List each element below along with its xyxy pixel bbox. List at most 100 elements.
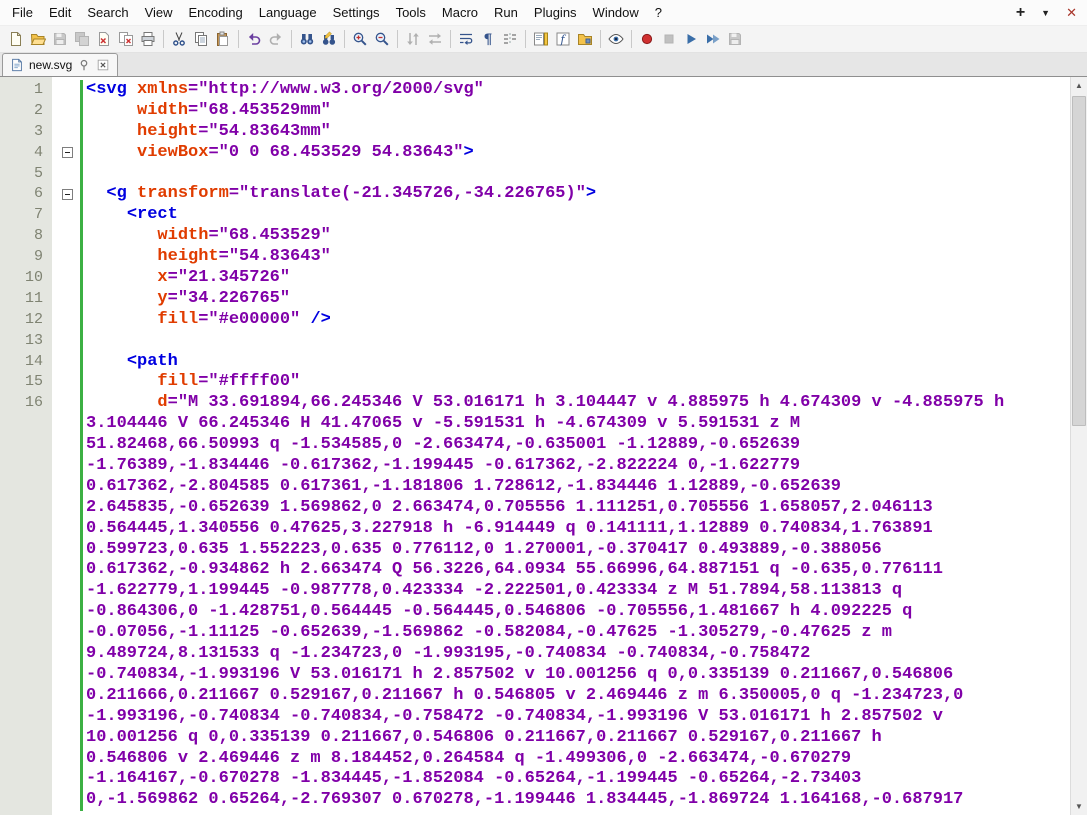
- editor-row[interactable]: 14 <path: [0, 351, 1070, 373]
- indent-guide-button[interactable]: [499, 28, 521, 50]
- editor-row[interactable]: 9.489724,8.131533 q -1.234723,0 -1.99319…: [0, 644, 1070, 665]
- menu-item-encoding[interactable]: Encoding: [181, 1, 251, 24]
- editor-row[interactable]: 12 fill="#e00000" />: [0, 309, 1070, 331]
- line-number: [0, 581, 52, 602]
- editor-row[interactable]: 9 height="54.83643": [0, 247, 1070, 269]
- macro-save-button[interactable]: [724, 28, 746, 50]
- editor-row[interactable]: 10 x="21.345726": [0, 268, 1070, 289]
- editor-row[interactable]: -1.76389,-1.834446 -0.617362,-1.199445 -…: [0, 456, 1070, 477]
- macro-stop-button[interactable]: [658, 28, 680, 50]
- menu-item-edit[interactable]: Edit: [41, 1, 79, 24]
- menu-item-macro[interactable]: Macro: [434, 1, 486, 24]
- line-number: 9: [33, 248, 43, 266]
- undo-button[interactable]: [243, 28, 265, 50]
- editor-row[interactable]: 0.617362,-2.804585 0.617361,-1.181806 1.…: [0, 476, 1070, 498]
- editor-row[interactable]: 16 d="M 33.691894,66.245346 V 53.016171 …: [0, 393, 1070, 415]
- editor-row[interactable]: 2 width="68.453529mm": [0, 100, 1070, 122]
- editor-row[interactable]: 3.104446 V 66.245346 H 41.47065 v -5.591…: [0, 414, 1070, 436]
- macro-record-button[interactable]: [636, 28, 658, 50]
- editor-row[interactable]: 51.82468,66.50993 q -1.534585,0 -2.66347…: [0, 435, 1070, 457]
- replace-button[interactable]: [318, 28, 340, 50]
- paste-button[interactable]: [212, 28, 234, 50]
- scroll-up-arrow[interactable]: ▲: [1071, 77, 1087, 94]
- document-map-button[interactable]: [530, 28, 552, 50]
- editor-row[interactable]: 0.211666,0.211667 0.529167,0.211667 h 0.…: [0, 685, 1070, 707]
- scroll-down-arrow[interactable]: ▼: [1071, 798, 1087, 815]
- editor-row[interactable]: 13: [0, 330, 1070, 352]
- editor-row[interactable]: -1.622779,1.199445 -0.987778,0.423334 -2…: [0, 581, 1070, 603]
- find-button[interactable]: [296, 28, 318, 50]
- editor-row[interactable]: 0.546806 v 2.469446 z m 8.184452,0.26458…: [0, 748, 1070, 770]
- tab-close-icon[interactable]: [96, 58, 110, 72]
- word-wrap-button[interactable]: [455, 28, 477, 50]
- menu-item-view[interactable]: View: [137, 1, 181, 24]
- editor-row[interactable]: -1.164167,-0.670278 -1.834445,-1.852084 …: [0, 769, 1070, 791]
- open-file-button[interactable]: [27, 28, 49, 50]
- editor-row[interactable]: 0.564445,1.340556 0.47625,3.227918 h -6.…: [0, 518, 1070, 540]
- pin-icon[interactable]: [77, 58, 91, 72]
- tab-list-dropdown[interactable]: ▼: [1041, 8, 1050, 18]
- toolbar-separator: [525, 30, 526, 48]
- fold-collapse-icon[interactable]: [62, 188, 73, 200]
- tab-new-svg[interactable]: new.svg: [2, 53, 119, 76]
- editor-row[interactable]: 0.617362,-0.934862 h 2.663474 Q 56.3226,…: [0, 560, 1070, 582]
- scroll-thumb[interactable]: [1072, 96, 1086, 426]
- editor-row[interactable]: 4 viewBox="0 0 68.453529 54.83643">: [0, 142, 1070, 164]
- print-button[interactable]: [137, 28, 159, 50]
- cut-button[interactable]: [168, 28, 190, 50]
- redo-button[interactable]: [265, 28, 287, 50]
- fold-margin: [52, 435, 80, 456]
- new-tab-button[interactable]: +: [1016, 4, 1025, 22]
- menu-item-plugins[interactable]: Plugins: [526, 1, 585, 24]
- xml-text: [86, 205, 127, 224]
- close-document-button[interactable]: ✕: [1066, 5, 1077, 21]
- function-list-button[interactable]: f: [552, 28, 574, 50]
- zoom-in-button[interactable]: [349, 28, 371, 50]
- save-all-button[interactable]: [71, 28, 93, 50]
- editor-pane[interactable]: 1 <svg xmlns="http://www.w3.org/2000/svg"…: [0, 77, 1087, 815]
- menu-item-file[interactable]: File: [4, 1, 41, 24]
- menu-item-language[interactable]: Language: [251, 1, 325, 24]
- macro-play-button[interactable]: [680, 28, 702, 50]
- editor-row[interactable]: -0.740834,-1.993196 V 53.016171 h 2.8575…: [0, 664, 1070, 686]
- copy-button[interactable]: [190, 28, 212, 50]
- folder-as-workspace-button[interactable]: [574, 28, 596, 50]
- vertical-scrollbar[interactable]: ▲ ▼: [1070, 77, 1087, 815]
- editor-row[interactable]: -0.864306,0 -1.428751,0.564445 -0.564445…: [0, 602, 1070, 624]
- fold-margin: [52, 101, 80, 122]
- menu-item-window[interactable]: Window: [585, 1, 647, 24]
- show-all-characters-button[interactable]: ¶: [477, 28, 499, 50]
- close-button[interactable]: [93, 28, 115, 50]
- editor-row[interactable]: 3 height="54.83643mm": [0, 121, 1070, 143]
- fold-collapse-icon[interactable]: [62, 147, 73, 159]
- zoom-out-button[interactable]: [371, 28, 393, 50]
- editor-row[interactable]: 11 y="34.226765": [0, 288, 1070, 310]
- menu-item-help[interactable]: ?: [647, 1, 670, 24]
- editor-row[interactable]: 2.645835,-0.652639 1.569862,0 2.663474,0…: [0, 497, 1070, 519]
- editor-row[interactable]: -0.07056,-1.11125 -0.652639,-1.569862 -0…: [0, 623, 1070, 645]
- save-button[interactable]: [49, 28, 71, 50]
- menu-item-tools[interactable]: Tools: [388, 1, 434, 24]
- editor-row[interactable]: 1 <svg xmlns="http://www.w3.org/2000/svg": [0, 80, 1070, 101]
- editor-row[interactable]: 5: [0, 163, 1070, 185]
- macro-run-multiple-button[interactable]: [702, 28, 724, 50]
- menu-item-run[interactable]: Run: [486, 1, 526, 24]
- sync-horizontal-button[interactable]: [424, 28, 446, 50]
- editor-row[interactable]: 6 <g transform="translate(-21.345726,-34…: [0, 184, 1070, 206]
- monitoring-button[interactable]: [605, 28, 627, 50]
- editor-row[interactable]: 10.001256 q 0,0.335139 0.211667,0.546806…: [0, 727, 1070, 749]
- editor-row[interactable]: 0,-1.569862 0.65264,-2.769307 0.670278,-…: [0, 790, 1070, 812]
- menu-item-settings[interactable]: Settings: [325, 1, 388, 24]
- editor-row[interactable]: 8 width="68.453529": [0, 226, 1070, 248]
- fold-margin: [52, 352, 80, 373]
- xml-value: 0,-1.569862 0.65264,-2.769307 0.670278,-…: [86, 790, 964, 810]
- editor-row[interactable]: -1.993196,-0.740834 -0.740834,-0.758472 …: [0, 706, 1070, 728]
- editor-row[interactable]: 0.599723,0.635 1.552223,0.635 0.776112,0…: [0, 539, 1070, 561]
- editor-row[interactable]: 7 <rect: [0, 205, 1070, 227]
- sync-vertical-button[interactable]: [402, 28, 424, 50]
- editor-row[interactable]: 15 fill="#ffff00": [0, 372, 1070, 394]
- new-file-button[interactable]: [5, 28, 27, 50]
- xml-value: ="68.453529": [208, 226, 331, 246]
- menu-item-search[interactable]: Search: [79, 1, 136, 24]
- close-all-button[interactable]: [115, 28, 137, 50]
